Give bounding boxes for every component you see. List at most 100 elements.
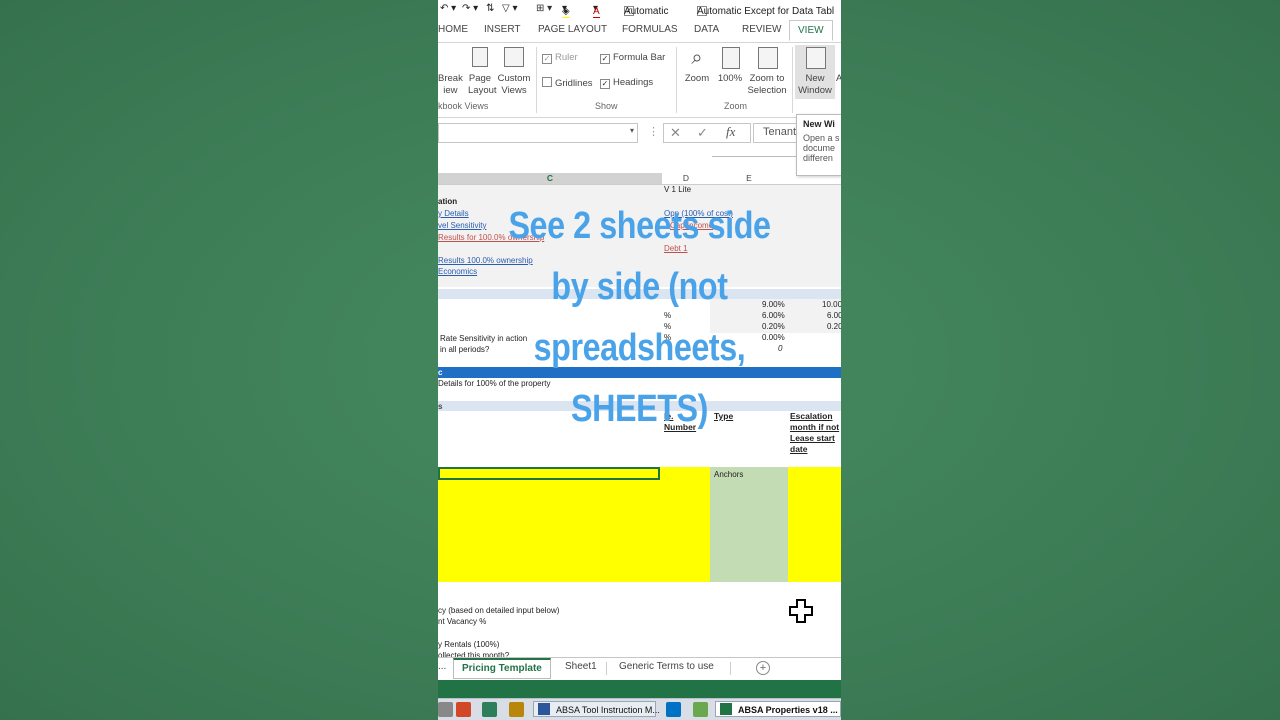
page-layout-icon	[472, 47, 488, 67]
status-bar	[438, 680, 841, 698]
page-layout-label-2: Layout	[468, 85, 497, 96]
sheet-tab-sheet1[interactable]: Sheet1	[565, 661, 597, 672]
tab-view[interactable]: VIEW	[789, 20, 833, 41]
type-cells-green[interactable]	[710, 467, 788, 582]
custom-views-label-1: Custom	[497, 73, 531, 84]
font-color-icon[interactable]: A ▾	[593, 3, 600, 20]
tab-data[interactable]: DATA	[694, 24, 719, 35]
fill-color-icon[interactable]: ◈ ▾	[562, 3, 570, 20]
magnifier-icon: ⌕	[691, 47, 703, 69]
cell-cursor-icon	[789, 599, 813, 623]
zoom-100-button[interactable]: 100%	[716, 47, 744, 85]
sheet-tab-overflow[interactable]: ...	[438, 661, 446, 672]
column-header-c[interactable]: C	[438, 173, 663, 184]
formula-bar-label: Formula Bar	[613, 52, 666, 63]
zoom-to-selection-button[interactable]: Zoom to Selection	[746, 47, 788, 97]
overlay-caption: See 2 sheets side by side (not spreadshe…	[438, 196, 841, 440]
cancel-icon[interactable]: ✕	[670, 125, 681, 141]
page-break-label-2: iew	[443, 85, 458, 96]
escalation-cells-yellow[interactable]	[788, 467, 841, 582]
input-cells-yellow[interactable]	[438, 467, 710, 582]
formula-bar-checkbox[interactable]: ✓ Formula Bar	[600, 52, 665, 64]
column-header-d[interactable]: D	[662, 173, 711, 184]
ruler-checkbox[interactable]: ✓ Ruler	[542, 52, 578, 64]
group-divider	[676, 47, 677, 113]
page-break-label-1: Break	[438, 73, 463, 84]
tab-formulas[interactable]: FORMULAS	[622, 24, 678, 35]
automatic-label: Automatic	[624, 6, 669, 17]
new-window-label-2: Window	[798, 85, 832, 96]
outlook-icon[interactable]	[666, 702, 681, 717]
new-window-button[interactable]: New Window	[795, 45, 835, 99]
tab-home[interactable]: HOME	[438, 24, 468, 35]
tab-page-layout[interactable]: PAGE LAYOUT	[538, 24, 607, 35]
new-window-icon	[806, 47, 826, 69]
vacancy-pct-label: nt Vacancy %	[438, 617, 487, 626]
powerpoint-icon[interactable]	[456, 702, 471, 717]
formula-content: Tenant	[763, 126, 797, 138]
enter-icon[interactable]: ✓	[697, 125, 708, 141]
taskbar-word-window[interactable]: ABSA Tool Instruction M...	[533, 701, 660, 717]
publisher-icon[interactable]	[482, 702, 497, 717]
function-icon[interactable]: fx	[726, 124, 735, 140]
taskbar: ABSA Tool Instruction M... ABSA Properti…	[438, 698, 841, 720]
folder-icon[interactable]	[509, 702, 524, 717]
formula-buttons: ✕ ✓ fx	[663, 123, 751, 143]
page-break-button[interactable]: Break iew	[438, 73, 463, 97]
tooltip-line: differen	[803, 153, 833, 163]
chevron-down-icon: ▾	[629, 126, 634, 135]
word-icon	[538, 703, 550, 715]
excel-icon	[720, 703, 732, 715]
zoom-selection-label-1: Zoom to	[749, 73, 785, 84]
divider	[730, 662, 731, 675]
borders-icon[interactable]: ⊞ ▾	[536, 3, 552, 14]
redo-icon[interactable]: ↷ ▾	[462, 3, 478, 14]
app-icon[interactable]	[438, 702, 453, 717]
version-label: V 1 Lite	[664, 185, 692, 194]
formula-bar: ▾ ⋮ ✕ ✓ fx Tenant	[438, 118, 841, 157]
taskbar-excel-label: ABSA Properties v18 ...	[738, 705, 838, 715]
page-layout-button[interactable]: Page Layout	[468, 47, 497, 97]
sheet-tab-generic-terms[interactable]: Generic Terms to use	[619, 661, 714, 672]
page-layout-label-1: Page	[468, 73, 492, 84]
zoom-100-label: 100%	[717, 73, 743, 84]
zoom-selection-icon	[758, 47, 778, 69]
filter-icon[interactable]: ▽ ▾	[502, 3, 518, 14]
ribbon-view: Break iew Page Layout Custom Views kbook…	[438, 42, 841, 118]
zoom-button[interactable]: ⌕ Zoom	[681, 47, 713, 85]
automatic-except-label: Automatic Except for Data Tabl	[697, 6, 835, 17]
tab-review[interactable]: REVIEW	[742, 24, 781, 35]
tooltip-line: Open a s	[803, 133, 840, 143]
sheet-tabs: ... Pricing Template Sheet1 Generic Term…	[438, 657, 841, 680]
undo-icon[interactable]: ↶ ▾	[440, 3, 456, 14]
app-icon[interactable]	[693, 702, 708, 717]
selected-cell[interactable]	[438, 467, 660, 480]
caption-line: by side (not	[551, 266, 728, 308]
new-window-label-1: New	[805, 73, 825, 84]
tab-insert[interactable]: INSERT	[484, 24, 521, 35]
ribbon-tabs: HOME INSERT PAGE LAYOUT FORMULAS DATA RE…	[438, 18, 841, 42]
divider	[606, 662, 607, 675]
sheet-tab-pricing-template[interactable]: Pricing Template	[453, 658, 551, 679]
add-sheet-icon[interactable]: +	[756, 661, 770, 675]
new-window-tooltip: New Wi Open a s docume differen	[796, 114, 841, 176]
headings-checkbox[interactable]: ✓ Headings	[600, 77, 653, 89]
name-box[interactable]: ▾	[438, 123, 638, 143]
caption-line: spreadsheets,	[533, 327, 746, 369]
rentals-label: y Rentals (100%)	[438, 640, 500, 649]
taskbar-word-label: ABSA Tool Instruction M...	[556, 705, 660, 715]
heading-line: date	[790, 444, 808, 454]
custom-views-icon	[504, 47, 524, 67]
arrange-button[interactable]: A	[836, 73, 841, 85]
custom-views-button[interactable]: Custom Views	[496, 47, 532, 97]
anchors-cell[interactable]: Anchors	[714, 470, 743, 479]
ruler-label: Ruler	[555, 52, 578, 63]
group-divider	[792, 47, 793, 113]
taskbar-excel-window[interactable]: ABSA Properties v18 ...	[715, 701, 841, 717]
gridlines-checkbox[interactable]: Gridlines	[542, 77, 593, 90]
column-header-e[interactable]: E	[710, 173, 789, 184]
quick-access-toolbar: ↶ ▾ ↷ ▾ ⇅ ▽ ▾ ⊞ ▾ ◈ ▾ A ▾ ✓ Automatic Aut…	[438, 0, 841, 20]
tooltip-line: docume	[803, 143, 836, 153]
caption-line: See 2 sheets side	[508, 205, 771, 247]
sort-icon[interactable]: ⇅	[486, 3, 494, 14]
